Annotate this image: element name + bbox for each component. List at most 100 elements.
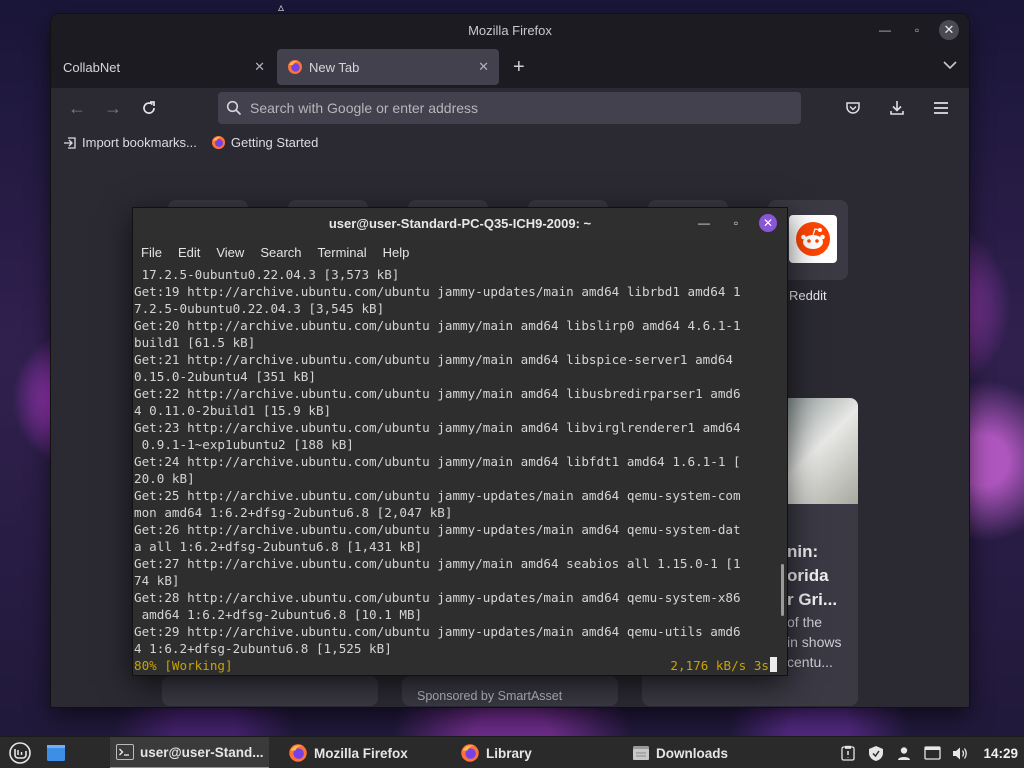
terminal-menubar: File Edit View Search Terminal Help xyxy=(133,239,787,265)
task-label: user@user-Stand... xyxy=(140,744,264,760)
pocket-icon xyxy=(846,102,860,114)
terminal-line: build1 [61.5 kB] xyxy=(134,335,256,350)
getting-started-link[interactable]: Getting Started xyxy=(211,135,318,150)
task-label: Library xyxy=(486,745,532,761)
terminal-line: Get:29 http://archive.ubuntu.com/ubuntu … xyxy=(134,624,741,639)
system-tray: 14:29 xyxy=(839,737,1024,768)
downloads-button[interactable] xyxy=(879,92,915,124)
terminal-status-line: 80% [Working] 2,176 kB/s 3s xyxy=(134,657,777,674)
import-bookmarks-link[interactable]: Import bookmarks... xyxy=(63,135,197,150)
maximize-button[interactable]: ▫ xyxy=(727,214,745,232)
terminal-line: Get:28 http://archive.ubuntu.com/ubuntu … xyxy=(134,590,741,605)
chevron-down-icon[interactable] xyxy=(943,58,957,73)
volume-icon[interactable] xyxy=(951,744,969,762)
terminal-line: amd64 1:6.2+dfsg-2ubuntu6.8 [10.1 MB] xyxy=(134,607,423,622)
menu-view[interactable]: View xyxy=(216,245,244,260)
close-button[interactable]: ✕ xyxy=(939,20,959,40)
terminal-titlebar[interactable]: user@user-Standard-PC-Q35-ICH9-2009: ~ —… xyxy=(133,208,787,239)
terminal-line: 0.15.0-2ubuntu4 [351 kB] xyxy=(134,369,316,384)
terminal-window: user@user-Standard-PC-Q35-ICH9-2009: ~ —… xyxy=(133,208,787,675)
download-speed: 2,176 kB/s 3s xyxy=(670,658,769,673)
terminal-line: Get:19 http://archive.ubuntu.com/ubuntu … xyxy=(134,284,741,299)
menu-search[interactable]: Search xyxy=(260,245,301,260)
terminal-line: mon amd64 1:6.2+dfsg-2ubuntu6.8 [2,047 k… xyxy=(134,505,453,520)
address-bar[interactable] xyxy=(218,92,801,124)
pocket-button[interactable] xyxy=(835,92,871,124)
task-label: Mozilla Firefox xyxy=(314,745,408,761)
story-title-line: r Gri... xyxy=(787,590,838,609)
user-icon[interactable] xyxy=(895,744,913,762)
clipboard-icon[interactable] xyxy=(839,744,857,762)
story-excerpt-line: centu... xyxy=(787,654,833,670)
folder-icon xyxy=(633,746,649,760)
close-tab-icon[interactable]: ✕ xyxy=(254,59,265,75)
firefox-window-title: Mozilla Firefox xyxy=(468,22,552,38)
hamburger-menu-icon xyxy=(934,102,948,114)
story-card[interactable] xyxy=(162,676,378,706)
terminal-line: Get:25 http://archive.ubuntu.com/ubuntu … xyxy=(134,488,741,503)
terminal-scrollbar[interactable] xyxy=(781,564,784,616)
terminal-line: 17.2.5-0ubuntu0.22.04.3 [3,573 kB] xyxy=(134,267,400,282)
task-library[interactable]: Library xyxy=(454,737,538,768)
tab-new-tab[interactable]: New Tab ✕ xyxy=(277,49,499,85)
firefox-icon xyxy=(289,744,307,762)
new-tab-button[interactable]: + xyxy=(513,57,525,77)
task-terminal[interactable]: user@user-Stand... xyxy=(110,737,270,768)
bookmark-label: Getting Started xyxy=(230,135,319,150)
terminal-line: Get:27 http://archive.ubuntu.com/ubuntu … xyxy=(134,556,741,571)
sponsored-label: Sponsored by SmartAsset xyxy=(417,689,563,703)
task-firefox[interactable]: Mozilla Firefox xyxy=(282,737,414,768)
import-icon xyxy=(64,136,76,149)
mint-logo-icon xyxy=(9,741,31,764)
terminal-title: user@user-Standard-PC-Q35-ICH9-2009: ~ xyxy=(328,216,592,231)
terminal-line: 0.9.1-1~exp1ubuntu2 [188 kB] xyxy=(134,437,354,452)
tab-collabnet[interactable]: CollabNet ✕ xyxy=(53,49,275,85)
shield-icon[interactable] xyxy=(867,744,885,762)
menu-terminal[interactable]: Terminal xyxy=(318,245,367,260)
story-excerpt-line: of the xyxy=(787,614,823,630)
forward-button[interactable]: → xyxy=(95,92,131,124)
story-excerpt: of the in shows centu... xyxy=(787,612,841,672)
story-title: nin: orida r Gri... xyxy=(787,540,837,612)
story-title-line: orida xyxy=(787,566,829,585)
firefox-icon xyxy=(288,60,302,74)
tab-label: New Tab xyxy=(309,59,360,75)
reload-button[interactable] xyxy=(131,92,167,124)
terminal-output[interactable]: 17.2.5-0ubuntu0.22.04.3 [3,573 kB] Get:1… xyxy=(133,265,787,675)
minimize-button[interactable]: — xyxy=(695,214,713,232)
menu-file[interactable]: File xyxy=(141,245,162,260)
bookmark-label: Import bookmarks... xyxy=(82,135,197,150)
task-downloads[interactable]: Downloads xyxy=(626,737,734,768)
reddit-icon xyxy=(789,215,837,263)
terminal-line: 20.0 kB] xyxy=(134,471,195,486)
back-button[interactable]: ← xyxy=(59,92,95,124)
maximize-button[interactable]: ▫ xyxy=(907,20,927,40)
story-excerpt-line: in shows xyxy=(787,634,842,650)
show-desktop-button[interactable] xyxy=(40,737,72,768)
address-input[interactable] xyxy=(250,100,801,116)
terminal-line: Get:24 http://archive.ubuntu.com/ubuntu … xyxy=(134,454,741,469)
firefox-icon xyxy=(461,744,479,762)
close-button[interactable]: ✕ xyxy=(759,214,777,232)
navigation-toolbar: ← → xyxy=(51,88,969,128)
close-tab-icon[interactable]: ✕ xyxy=(478,59,489,75)
terminal-cursor xyxy=(770,657,777,672)
progress-status: 80% [Working] xyxy=(134,658,233,673)
desktop-icon xyxy=(47,744,65,761)
reload-icon xyxy=(143,101,155,114)
clock[interactable]: 14:29 xyxy=(983,746,1018,761)
terminal-line: Get:20 http://archive.ubuntu.com/ubuntu … xyxy=(134,318,741,333)
firefox-titlebar[interactable]: Mozilla Firefox — ▫ ✕ xyxy=(51,14,969,46)
menu-button[interactable] xyxy=(0,737,40,768)
terminal-icon xyxy=(116,744,134,760)
menu-edit[interactable]: Edit xyxy=(178,245,200,260)
minimize-button[interactable]: — xyxy=(875,20,895,40)
app-menu-button[interactable] xyxy=(923,92,959,124)
tab-label: CollabNet xyxy=(63,59,121,75)
terminal-line: 4 0.11.0-2build1 [15.9 kB] xyxy=(134,403,332,418)
firefox-icon xyxy=(211,135,225,150)
terminal-line: 4 1:6.2+dfsg-2ubuntu6.8 [1,525 kB] xyxy=(134,641,392,656)
menu-help[interactable]: Help xyxy=(383,245,410,260)
task-label: Downloads xyxy=(656,745,729,761)
display-icon[interactable] xyxy=(923,744,941,762)
